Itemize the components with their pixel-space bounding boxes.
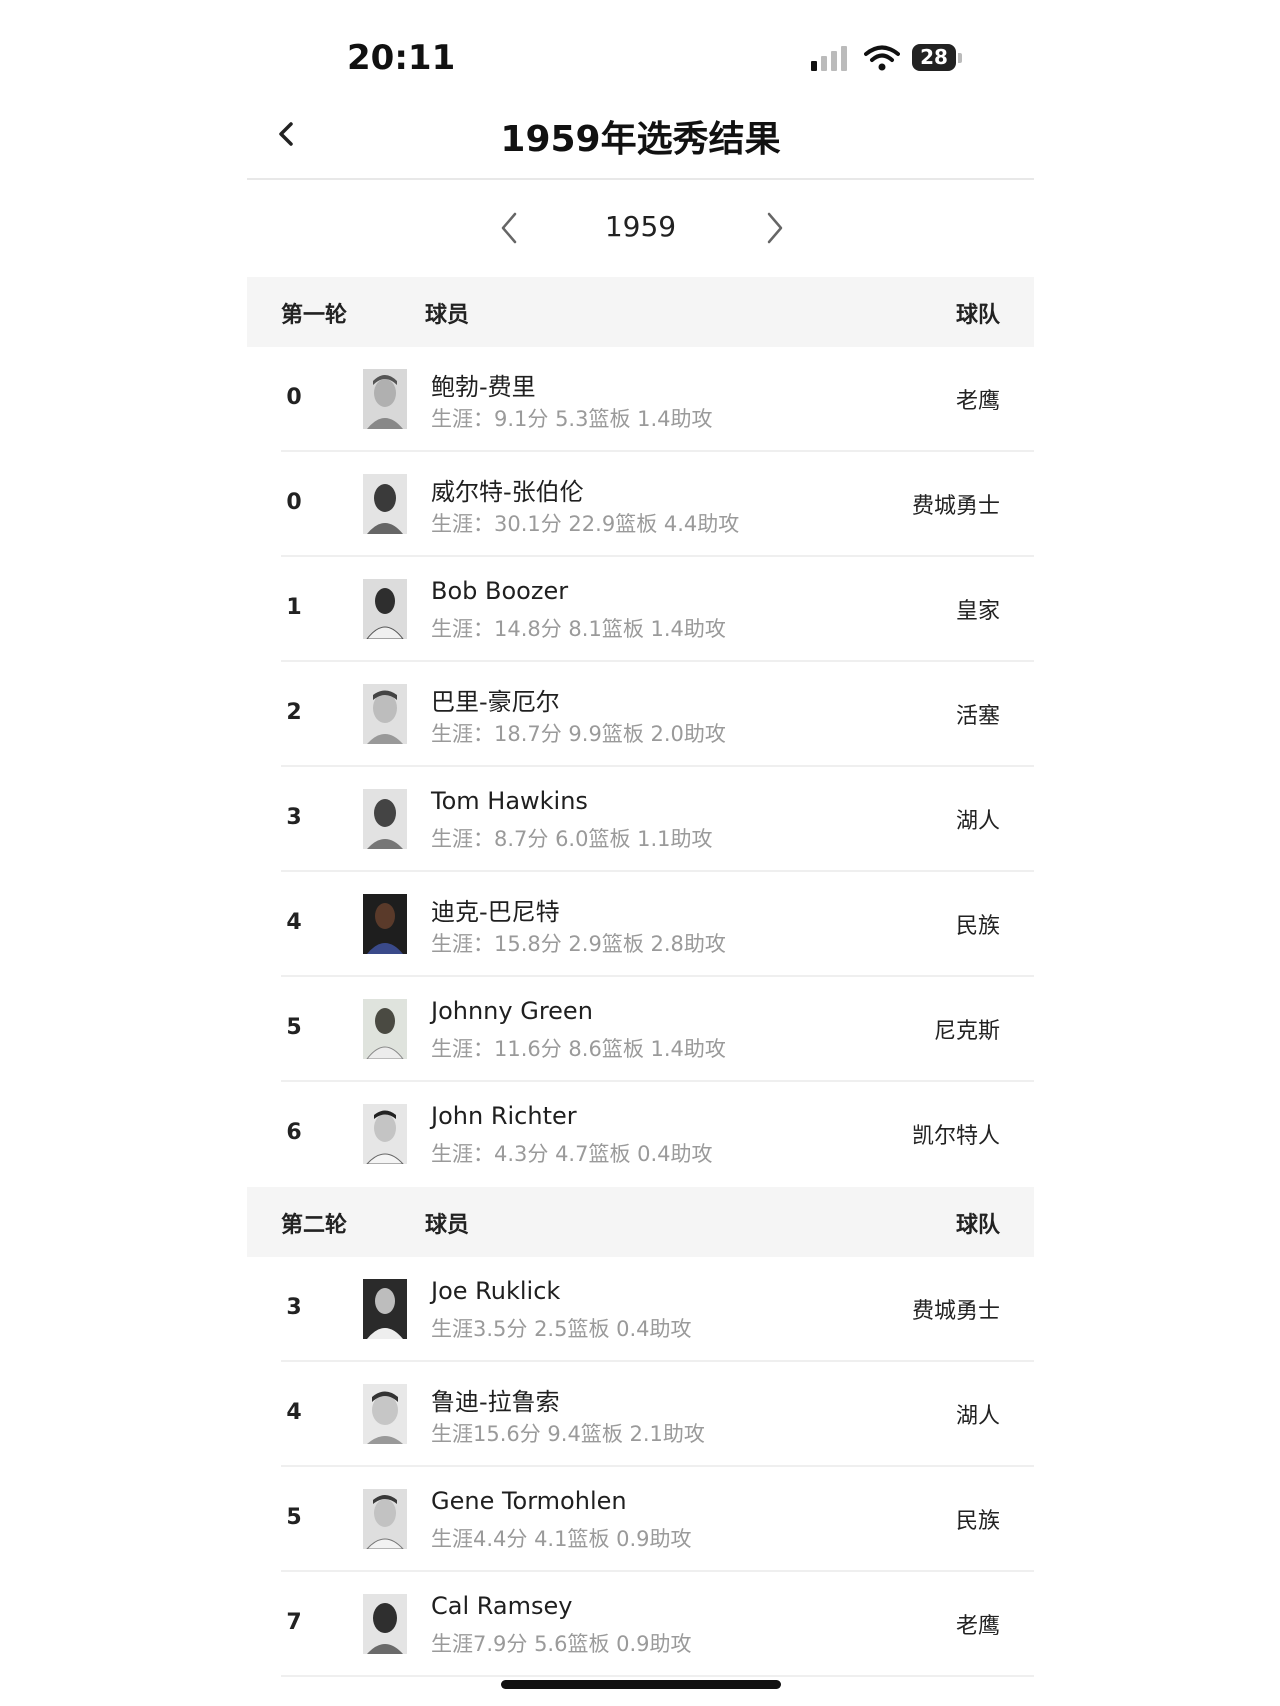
draft-row[interactable]: 7 Cal Ramsey 生涯7.9分 5.6篮板 0.9助攻 老鹰	[247, 1572, 1034, 1677]
wifi-icon	[864, 45, 900, 71]
player-name: Cal Ramsey	[431, 1592, 573, 1620]
team-name: 老鹰	[955, 1614, 1000, 1639]
player-career-stats: 生涯：4.3分 4.7篮板 0.4助攻	[431, 1142, 713, 1166]
draft-row[interactable]: 6 John Richter 生涯：4.3分 4.7篮板 0.4助攻 凯尔特人	[247, 1082, 1034, 1187]
year-selector: 1959	[247, 190, 1034, 262]
draft-row[interactable]: 5 Johnny Green 生涯：11.6分 8.6篮板 1.4助攻 尼克斯	[247, 977, 1034, 1082]
pick-number: 3	[286, 1295, 302, 1320]
player-avatar	[363, 369, 407, 429]
pick-number: 6	[286, 1120, 302, 1145]
team-name: 费城勇士	[911, 1299, 1000, 1324]
player-column-header: 球员	[425, 1213, 470, 1238]
team-name: 费城勇士	[911, 494, 1000, 519]
player-column-header: 球员	[425, 303, 470, 328]
player-avatar	[363, 474, 407, 534]
team-name: 皇家	[955, 599, 1000, 624]
next-year-chevron-icon[interactable]	[759, 208, 789, 248]
row-divider	[281, 1675, 1034, 1677]
player-name: Johnny Green	[431, 997, 593, 1025]
player-career-stats: 生涯：30.1分 22.9篮板 4.4助攻	[431, 512, 740, 536]
player-name: Tom Hawkins	[431, 787, 588, 815]
status-bar: 20:11 28	[247, 0, 1034, 110]
draft-row[interactable]: 1 Bob Boozer 生涯：14.8分 8.1篮板 1.4助攻 皇家	[247, 557, 1034, 662]
pick-number: 3	[286, 805, 302, 830]
player-career-stats: 生涯：15.8分 2.9篮板 2.8助攻	[431, 932, 726, 956]
player-avatar	[363, 1489, 407, 1549]
team-name: 湖人	[955, 809, 1000, 834]
player-avatar	[363, 1279, 407, 1339]
team-name: 凯尔特人	[911, 1124, 1000, 1149]
player-avatar	[363, 999, 407, 1059]
pick-number: 5	[286, 1505, 302, 1530]
team-name: 民族	[955, 914, 1000, 939]
status-time: 20:11	[347, 38, 456, 78]
team-column-header: 球队	[955, 1213, 1000, 1238]
player-name: 鲁迪-拉鲁索	[431, 1388, 560, 1416]
player-name: 鲍勃-费里	[431, 373, 536, 401]
team-name: 湖人	[955, 1404, 1000, 1429]
round-label: 第二轮	[281, 1213, 348, 1238]
team-name: 民族	[955, 1509, 1000, 1534]
draft-row[interactable]: 0 威尔特-张伯伦 生涯：30.1分 22.9篮板 4.4助攻 费城勇士	[247, 452, 1034, 557]
selected-year: 1959	[604, 210, 677, 243]
nav-bar: 1959年选秀结果	[247, 100, 1034, 180]
round-header-first: 第一轮 球员 球队	[247, 277, 1034, 347]
draft-row[interactable]: 4 鲁迪-拉鲁索 生涯15.6分 9.4篮板 2.1助攻 湖人	[247, 1362, 1034, 1467]
player-career-stats: 生涯4.4分 4.1篮板 0.9助攻	[431, 1527, 692, 1551]
team-name: 尼克斯	[933, 1019, 1000, 1044]
draft-row[interactable]: 3 Joe Ruklick 生涯3.5分 2.5篮板 0.4助攻 费城勇士	[247, 1257, 1034, 1362]
pick-number: 7	[286, 1610, 302, 1635]
pick-number: 5	[286, 1015, 302, 1040]
player-career-stats: 生涯：18.7分 9.9篮板 2.0助攻	[431, 722, 726, 746]
player-avatar	[363, 684, 407, 744]
round-header-second: 第二轮 球员 球队	[247, 1187, 1034, 1257]
player-avatar	[363, 1104, 407, 1164]
pick-number: 4	[286, 1400, 302, 1425]
pick-number: 1	[286, 595, 302, 620]
battery-icon: 28	[912, 44, 956, 71]
team-name: 老鹰	[955, 389, 1000, 414]
player-name: 迪克-巴尼特	[431, 898, 560, 926]
player-avatar	[363, 894, 407, 954]
player-name: Bob Boozer	[431, 577, 569, 605]
draft-row[interactable]: 4 迪克-巴尼特 生涯：15.8分 2.9篮板 2.8助攻 民族	[247, 872, 1034, 977]
player-career-stats: 生涯：8.7分 6.0篮板 1.1助攻	[431, 827, 713, 851]
draft-row[interactable]: 5 Gene Tormohlen 生涯4.4分 4.1篮板 0.9助攻 民族	[247, 1467, 1034, 1572]
player-name: 威尔特-张伯伦	[431, 478, 584, 506]
pick-number: 4	[286, 910, 302, 935]
player-career-stats: 生涯：14.8分 8.1篮板 1.4助攻	[431, 617, 726, 641]
player-avatar	[363, 1384, 407, 1444]
draft-row[interactable]: 3 Tom Hawkins 生涯：8.7分 6.0篮板 1.1助攻 湖人	[247, 767, 1034, 872]
home-indicator[interactable]	[501, 1680, 781, 1689]
round-label: 第一轮	[281, 303, 348, 328]
app-screen: 20:11 28 1959年选秀结果 1959 第一轮 球员 球队 0 鲍勃-费…	[247, 0, 1034, 1706]
player-career-stats: 生涯：9.1分 5.3篮板 1.4助攻	[431, 407, 713, 431]
team-name: 活塞	[955, 704, 1000, 729]
battery-tip	[958, 53, 962, 63]
player-career-stats: 生涯7.9分 5.6篮板 0.9助攻	[431, 1632, 692, 1656]
draft-row[interactable]: 2 巴里-豪厄尔 生涯：18.7分 9.9篮板 2.0助攻 活塞	[247, 662, 1034, 767]
player-avatar	[363, 579, 407, 639]
player-career-stats: 生涯15.6分 9.4篮板 2.1助攻	[431, 1422, 705, 1446]
player-avatar	[363, 1594, 407, 1654]
page-title: 1959年选秀结果	[500, 119, 781, 160]
player-name: 巴里-豪厄尔	[431, 688, 560, 716]
cellular-signal-icon	[811, 46, 847, 71]
pick-number: 0	[286, 490, 302, 515]
player-career-stats: 生涯3.5分 2.5篮板 0.4助攻	[431, 1317, 692, 1341]
player-name: John Richter	[431, 1102, 577, 1130]
player-name: Gene Tormohlen	[431, 1487, 627, 1515]
player-avatar	[363, 789, 407, 849]
draft-row[interactable]: 0 鲍勃-费里 生涯：9.1分 5.3篮板 1.4助攻 老鹰	[247, 347, 1034, 452]
pick-number: 0	[286, 385, 302, 410]
player-career-stats: 生涯：11.6分 8.6篮板 1.4助攻	[431, 1037, 726, 1061]
team-column-header: 球队	[955, 303, 1000, 328]
player-name: Joe Ruklick	[431, 1277, 561, 1305]
pick-number: 2	[286, 700, 302, 725]
